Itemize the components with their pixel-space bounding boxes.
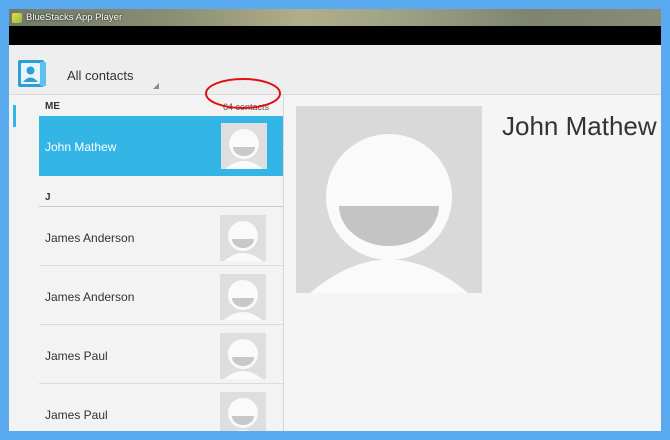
section-header-j: J (39, 186, 283, 208)
selection-indicator-icon (283, 136, 293, 160)
contact-name: John Mathew (45, 140, 117, 154)
contact-name: James Anderson (45, 231, 135, 245)
avatar-icon (221, 123, 267, 169)
contact-row-me[interactable]: John Mathew (39, 116, 283, 176)
window-title: BlueStacks App Player (26, 12, 123, 23)
contact-row[interactable]: James Paul (39, 327, 283, 384)
app-window: BlueStacks App Player All contacts ME 64… (9, 9, 661, 431)
contact-detail-pane: John Mathew (283, 95, 661, 431)
contacts-icon[interactable] (16, 58, 48, 90)
scrollbar-thumb[interactable] (13, 105, 16, 127)
avatar-icon (220, 333, 266, 379)
avatar-icon (220, 392, 266, 431)
section-label: ME (45, 101, 60, 112)
filter-label: All contacts (67, 68, 134, 83)
contact-name: James Paul (45, 408, 108, 422)
contact-name: James Anderson (45, 290, 135, 304)
avatar-icon (220, 274, 266, 320)
contact-row[interactable]: James Paul (39, 386, 283, 431)
bluestacks-icon (12, 12, 22, 23)
status-bar (9, 26, 661, 45)
contacts-filter-dropdown[interactable]: All contacts (55, 55, 159, 93)
section-label: J (45, 192, 51, 203)
title-bar: BlueStacks App Player (9, 9, 661, 26)
dropdown-caret-icon (153, 83, 159, 89)
list-scrollbar-track (9, 95, 39, 431)
red-circle-annotation (205, 78, 281, 109)
contact-row[interactable]: James Anderson (39, 268, 283, 325)
contact-list: ME 64 contacts John Mathew J James Ander… (39, 95, 283, 431)
avatar-icon (220, 215, 266, 261)
action-bar: All contacts (9, 45, 661, 95)
default-avatar-icon[interactable] (296, 106, 482, 293)
section-divider (39, 206, 283, 207)
contact-name: James Paul (45, 349, 108, 363)
contact-detail-name: John Mathew (502, 111, 657, 141)
contact-row[interactable]: James Anderson (39, 209, 283, 266)
